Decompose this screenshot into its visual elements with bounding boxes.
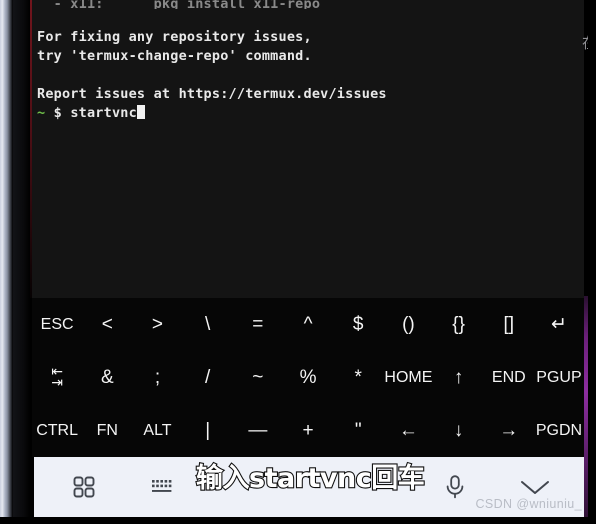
- keyboard-switch-button[interactable]: [134, 476, 192, 498]
- device-screen: - x11: pkg install x11-repo For fixing a…: [0, 0, 596, 524]
- left-bezel-shadow: [13, 0, 30, 524]
- key-esc[interactable]: ESC: [32, 316, 82, 334]
- key-percent[interactable]: %: [283, 367, 333, 388]
- key-equals[interactable]: =: [233, 314, 283, 335]
- microphone-icon: [446, 475, 464, 499]
- key-home[interactable]: HOME: [383, 369, 433, 387]
- bottom-gutter: [0, 517, 596, 524]
- terminal-line: For fixing any repository issues,: [37, 29, 312, 45]
- key-dash[interactable]: —: [233, 420, 283, 441]
- right-bezel: [588, 0, 596, 524]
- key-brackets[interactable]: []: [484, 314, 534, 335]
- key-enter[interactable]: ↵: [534, 314, 584, 335]
- key-page-up[interactable]: PGUP: [534, 369, 584, 387]
- key-arrow-down[interactable]: ↓: [434, 420, 484, 441]
- prompt-dollar: $: [53, 105, 62, 121]
- terminal-command: startvnc: [70, 105, 137, 121]
- key-caret[interactable]: ^: [283, 314, 333, 335]
- key-semicolon[interactable]: ;: [132, 367, 182, 388]
- key-tab[interactable]: ⇤ ⇥: [32, 363, 82, 390]
- key-arrow-left[interactable]: ←: [383, 420, 433, 441]
- key-less-than[interactable]: <: [82, 314, 132, 335]
- terminal-line: Report issues at https://termux.dev/issu…: [37, 86, 387, 102]
- csdn-watermark: CSDN @wniuniu_: [475, 497, 582, 511]
- key-fn[interactable]: FN: [82, 422, 132, 440]
- keyboard-icon: [152, 480, 172, 492]
- terminal-line: try 'termux-change-repo' command.: [37, 48, 312, 64]
- left-bezel-strip: [0, 0, 13, 524]
- key-ampersand[interactable]: &: [82, 367, 132, 388]
- key-alt[interactable]: ALT: [132, 422, 182, 440]
- key-dollar[interactable]: $: [333, 314, 383, 335]
- key-arrow-up[interactable]: ↑: [434, 367, 484, 388]
- annotation-text: 输入startvnc回车: [195, 462, 426, 495]
- extra-keys-row-3: CTRL FN ALT | — + " ← ↓ → PGDN: [32, 404, 584, 457]
- key-slash[interactable]: /: [183, 367, 233, 388]
- key-parentheses[interactable]: (): [383, 314, 433, 335]
- key-greater-than[interactable]: >: [132, 314, 182, 335]
- key-ctrl[interactable]: CTRL: [32, 422, 82, 440]
- key-tilde[interactable]: ~: [233, 367, 283, 388]
- terminal-line: - x11: pkg install x11-repo: [37, 0, 321, 9]
- key-page-down[interactable]: PGDN: [534, 422, 584, 440]
- prompt-spacer: [45, 105, 53, 121]
- termux-extra-keys: ESC < > \ = ^ $ () {} [] ↵ ⇤ ⇥ & ; / ~ %: [32, 298, 584, 457]
- termux-terminal[interactable]: - x11: pkg install x11-repo For fixing a…: [32, 0, 584, 298]
- hide-keyboard-button[interactable]: [486, 476, 584, 498]
- terminal-prompt-line: ~ $ startvnc: [37, 104, 584, 123]
- apps-grid-button[interactable]: [34, 474, 134, 500]
- key-arrow-right[interactable]: →: [484, 420, 534, 441]
- key-backslash[interactable]: \: [183, 314, 233, 335]
- terminal-output: - x11: pkg install x11-repo For fixing a…: [32, 0, 584, 123]
- key-pipe[interactable]: |: [183, 420, 233, 441]
- key-asterisk[interactable]: *: [333, 367, 383, 388]
- extra-keys-row-1: ESC < > \ = ^ $ () {} [] ↵: [32, 298, 584, 351]
- tab-icon: ⇤ ⇥: [51, 363, 63, 390]
- extra-keys-row-2: ⇤ ⇥ & ; / ~ % * HOME ↑ END PGUP: [32, 351, 584, 404]
- key-quote[interactable]: ": [333, 420, 383, 441]
- key-end[interactable]: END: [484, 369, 534, 387]
- key-braces[interactable]: {}: [434, 314, 484, 335]
- key-plus[interactable]: +: [283, 420, 333, 441]
- grid-icon: [73, 476, 95, 498]
- terminal-cursor: [136, 105, 145, 119]
- chevron-down-icon: [521, 481, 549, 494]
